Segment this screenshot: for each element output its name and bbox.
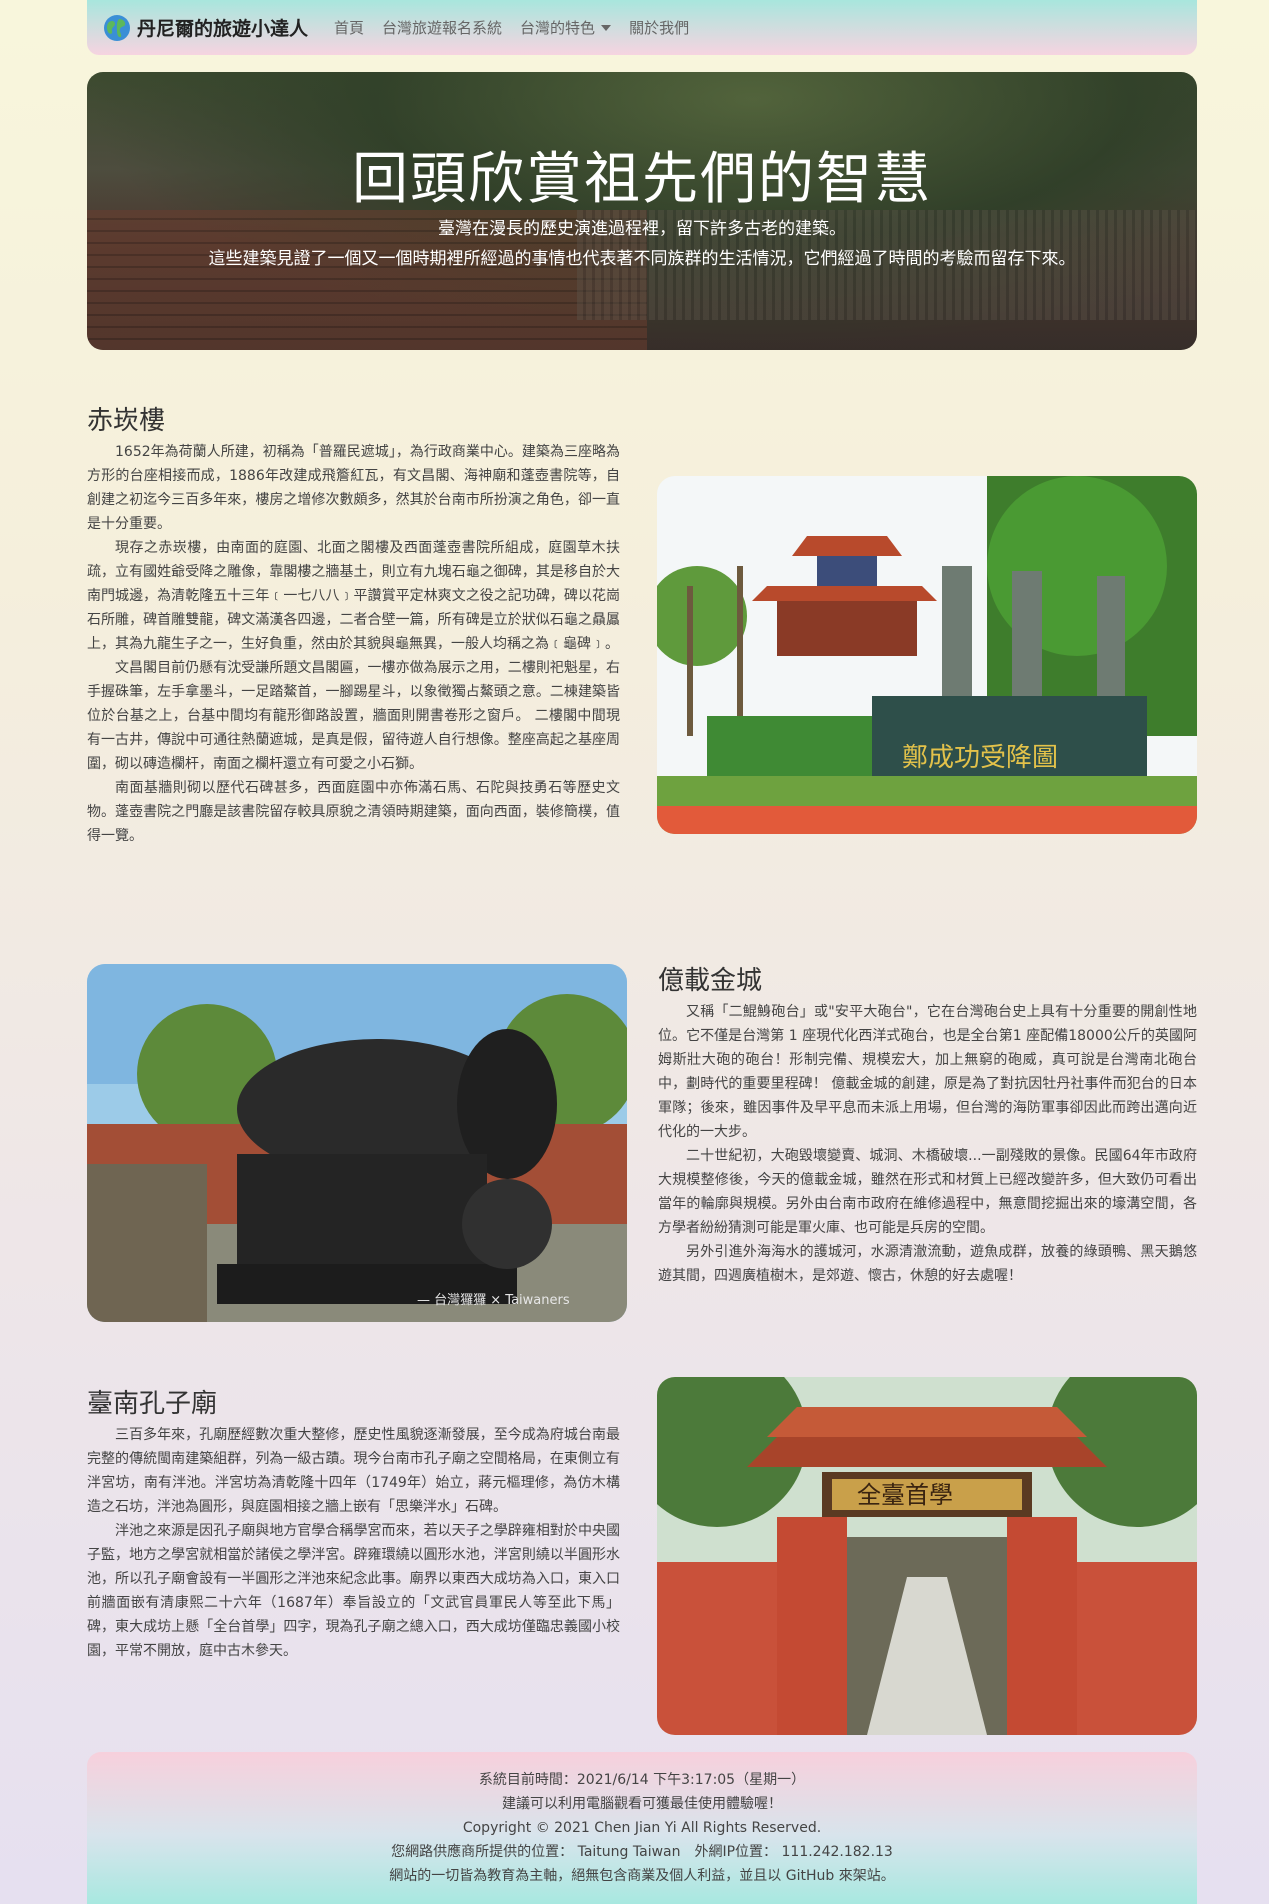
- hero-subtitle-line2: 這些建築見證了一個又一個時期裡所經過的事情也代表著不同族群的生活情況，它們經過了…: [208, 249, 1076, 269]
- footer-copyright: Copyright © 2021 Chen Jian Yi All Rights…: [462, 1820, 822, 1836]
- chevron-down-icon: [601, 24, 612, 31]
- section-body-chikan: 1652年為荷蘭人所建，初稱為「普羅民遮城」，為行政商業中心。建築為三座略為方形…: [87, 440, 620, 848]
- navbar: 丹尼爾的旅遊小達人 首頁 台灣旅遊報名系統 台灣的特色 關於我們: [87, 0, 1197, 55]
- section-title-confucius-temple: 臺南孔子廟: [87, 1389, 218, 1419]
- hero-title: 回頭欣賞祖先們的智慧: [352, 147, 932, 212]
- paragraph: 三百多年來，孔廟歷經數次重大整修，歷史性風貌逐漸發展，至今成為府城台南最完整的傳…: [87, 1427, 620, 1515]
- watermark-text: — 台灣玀玀 × Taiwaners: [417, 1293, 570, 1308]
- nav-taiwan-features-label: 台灣的特色: [520, 19, 596, 37]
- footer-tip: 建議可以利用電腦觀看可獲最佳使用體驗喔！: [502, 1796, 782, 1812]
- plaque-text: 全臺首學: [857, 1481, 953, 1509]
- section-body-eternal-castle: 又稱「二鯤鯓砲台」或"安平大砲台"，它在台灣砲台史上具有十分重要的開創性地位。它…: [658, 1000, 1197, 1288]
- paragraph: 現存之赤崁樓，由南面的庭園、北面之閣樓及西面蓬壺書院所組成，庭園草木扶疏，立有國…: [87, 540, 620, 652]
- hero-banner: 回頭欣賞祖先們的智慧 臺灣在漫長的歷史演進過程裡，留下許多古老的建築。 這些建築…: [87, 72, 1197, 350]
- photo-confucius-temple-gate: 全臺首學: [657, 1377, 1197, 1735]
- paragraph: 泮池之來源是因孔子廟與地方官學合稱學宮而來，若以天子之學辟雍相對於中央國子監，地…: [87, 1523, 620, 1659]
- footer-system-time: 系統目前時間：2021/6/14 下午3:17:05（星期一）: [478, 1772, 806, 1788]
- photo-eternal-castle-cannon: — 台灣玀玀 × Taiwaners: [87, 964, 627, 1322]
- section-body-confucius-temple: 三百多年來，孔廟歷經數次重大整修，歷史性風貌逐漸發展，至今成為府城台南最完整的傳…: [87, 1423, 620, 1663]
- paragraph: 南面基牆則砌以歷代石碑甚多，西面庭園中亦佈滿石馬、石陀與技勇石等歷史文物。蓬壺書…: [87, 780, 620, 844]
- photo-chikan-tower: 鄭成功受降圖: [657, 476, 1197, 834]
- nav-tour-signup[interactable]: 台灣旅遊報名系統: [382, 17, 502, 38]
- footer-note: 網站的一切皆為教育為主軸，絕無包含商業及個人利益，並且以 GitHub 來架站。: [389, 1868, 895, 1884]
- brand-link[interactable]: 丹尼爾的旅遊小達人: [103, 14, 308, 42]
- paragraph: 二十世紀初，大砲毀壞變賣、城洞、木橋破壞...一副殘敗的景像。民國64年市政府大…: [658, 1148, 1197, 1236]
- section-title-eternal-castle: 億載金城: [658, 966, 763, 996]
- brand-name: 丹尼爾的旅遊小達人: [137, 18, 309, 40]
- paragraph: 又稱「二鯤鯓砲台」或"安平大砲台"，它在台灣砲台史上具有十分重要的開創性地位。它…: [658, 1004, 1197, 1140]
- footer-location: 您網路供應商所提供的位置： Taitung Taiwan 外網IP位置： 111…: [391, 1844, 893, 1860]
- globe-icon: [104, 14, 130, 41]
- section-title-chikan: 赤崁樓: [87, 406, 166, 436]
- hero-subtitle-line1: 臺灣在漫長的歷史演進過程裡，留下許多古老的建築。: [438, 219, 846, 239]
- paragraph: 另外引進外海海水的護城河，水源清澈流動，遊魚成群，放養的綠頭鴨、黑天鵝悠遊其間，…: [658, 1244, 1197, 1284]
- plaque-text: 鄭成功受降圖: [902, 743, 1058, 773]
- nav-about[interactable]: 關於我們: [629, 17, 689, 38]
- nav-taiwan-features-dropdown[interactable]: 台灣的特色: [520, 17, 612, 38]
- paragraph: 文昌閣目前仍懸有沈受謙所題文昌閣匾，一樓亦做為展示之用，二樓則祀魁星，右手握硃筆…: [87, 660, 620, 772]
- footer: 系統目前時間：2021/6/14 下午3:17:05（星期一） 建議可以利用電腦…: [87, 1752, 1197, 1904]
- nav-home[interactable]: 首頁: [334, 17, 364, 38]
- paragraph: 1652年為荷蘭人所建，初稱為「普羅民遮城」，為行政商業中心。建築為三座略為方形…: [87, 444, 620, 532]
